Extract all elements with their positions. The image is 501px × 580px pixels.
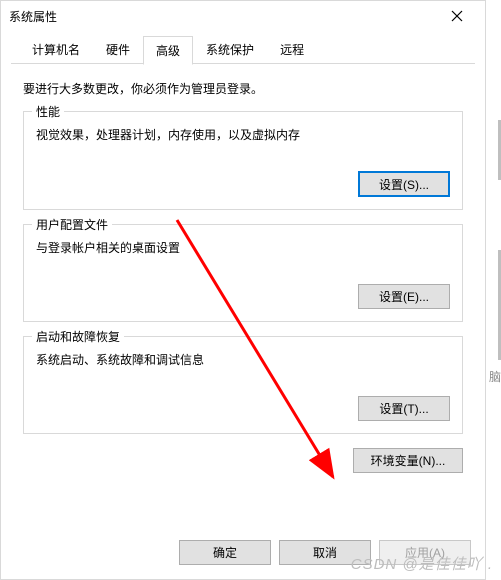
apply-button: 应用(A) xyxy=(379,540,471,565)
environment-variables-button[interactable]: 环境变量(N)... xyxy=(353,448,463,473)
window-title: 系统属性 xyxy=(9,8,437,25)
tab-strip: 计算机名 硬件 高级 系统保护 远程 xyxy=(1,31,485,64)
group-performance-title: 性能 xyxy=(32,103,64,120)
group-user-profiles-desc: 与登录帐户相关的桌面设置 xyxy=(36,239,450,256)
tab-system-protection[interactable]: 系统保护 xyxy=(193,35,267,64)
close-icon xyxy=(451,10,463,22)
performance-settings-button[interactable]: 设置(S)... xyxy=(358,171,450,197)
group-startup-recovery: 启动和故障恢复 系统启动、系统故障和调试信息 设置(T)... xyxy=(23,336,463,434)
group-performance: 性能 视觉效果，处理器计划，内存使用，以及虚拟内存 设置(S)... xyxy=(23,111,463,210)
cancel-button[interactable]: 取消 xyxy=(279,540,371,565)
system-properties-window: 系统属性 计算机名 硬件 高级 系统保护 远程 要进行大多数更改，你必须作为管理… xyxy=(0,0,486,580)
group-startup-recovery-desc: 系统启动、系统故障和调试信息 xyxy=(36,351,450,368)
tab-advanced[interactable]: 高级 xyxy=(143,36,193,65)
titlebar: 系统属性 xyxy=(1,1,485,31)
background-window-edge xyxy=(489,120,501,320)
group-performance-desc: 视觉效果，处理器计划，内存使用，以及虚拟内存 xyxy=(36,126,450,143)
startup-recovery-settings-button[interactable]: 设置(T)... xyxy=(358,396,450,421)
dialog-buttons: 确定 取消 应用(A) xyxy=(1,540,485,579)
tab-computer-name[interactable]: 计算机名 xyxy=(19,35,93,64)
tab-hardware[interactable]: 硬件 xyxy=(93,35,143,64)
ok-button[interactable]: 确定 xyxy=(179,540,271,565)
tab-remote[interactable]: 远程 xyxy=(267,35,317,64)
tab-content-advanced: 要进行大多数更改，你必须作为管理员登录。 性能 视觉效果，处理器计划，内存使用，… xyxy=(1,64,485,540)
user-profiles-settings-button[interactable]: 设置(E)... xyxy=(358,284,450,309)
group-user-profiles-title: 用户配置文件 xyxy=(32,216,112,233)
group-user-profiles: 用户配置文件 与登录帐户相关的桌面设置 设置(E)... xyxy=(23,224,463,322)
background-text-fragment: 脑 xyxy=(489,368,501,385)
group-startup-recovery-title: 启动和故障恢复 xyxy=(32,328,124,345)
close-button[interactable] xyxy=(437,2,477,30)
admin-notice: 要进行大多数更改，你必须作为管理员登录。 xyxy=(23,80,463,97)
